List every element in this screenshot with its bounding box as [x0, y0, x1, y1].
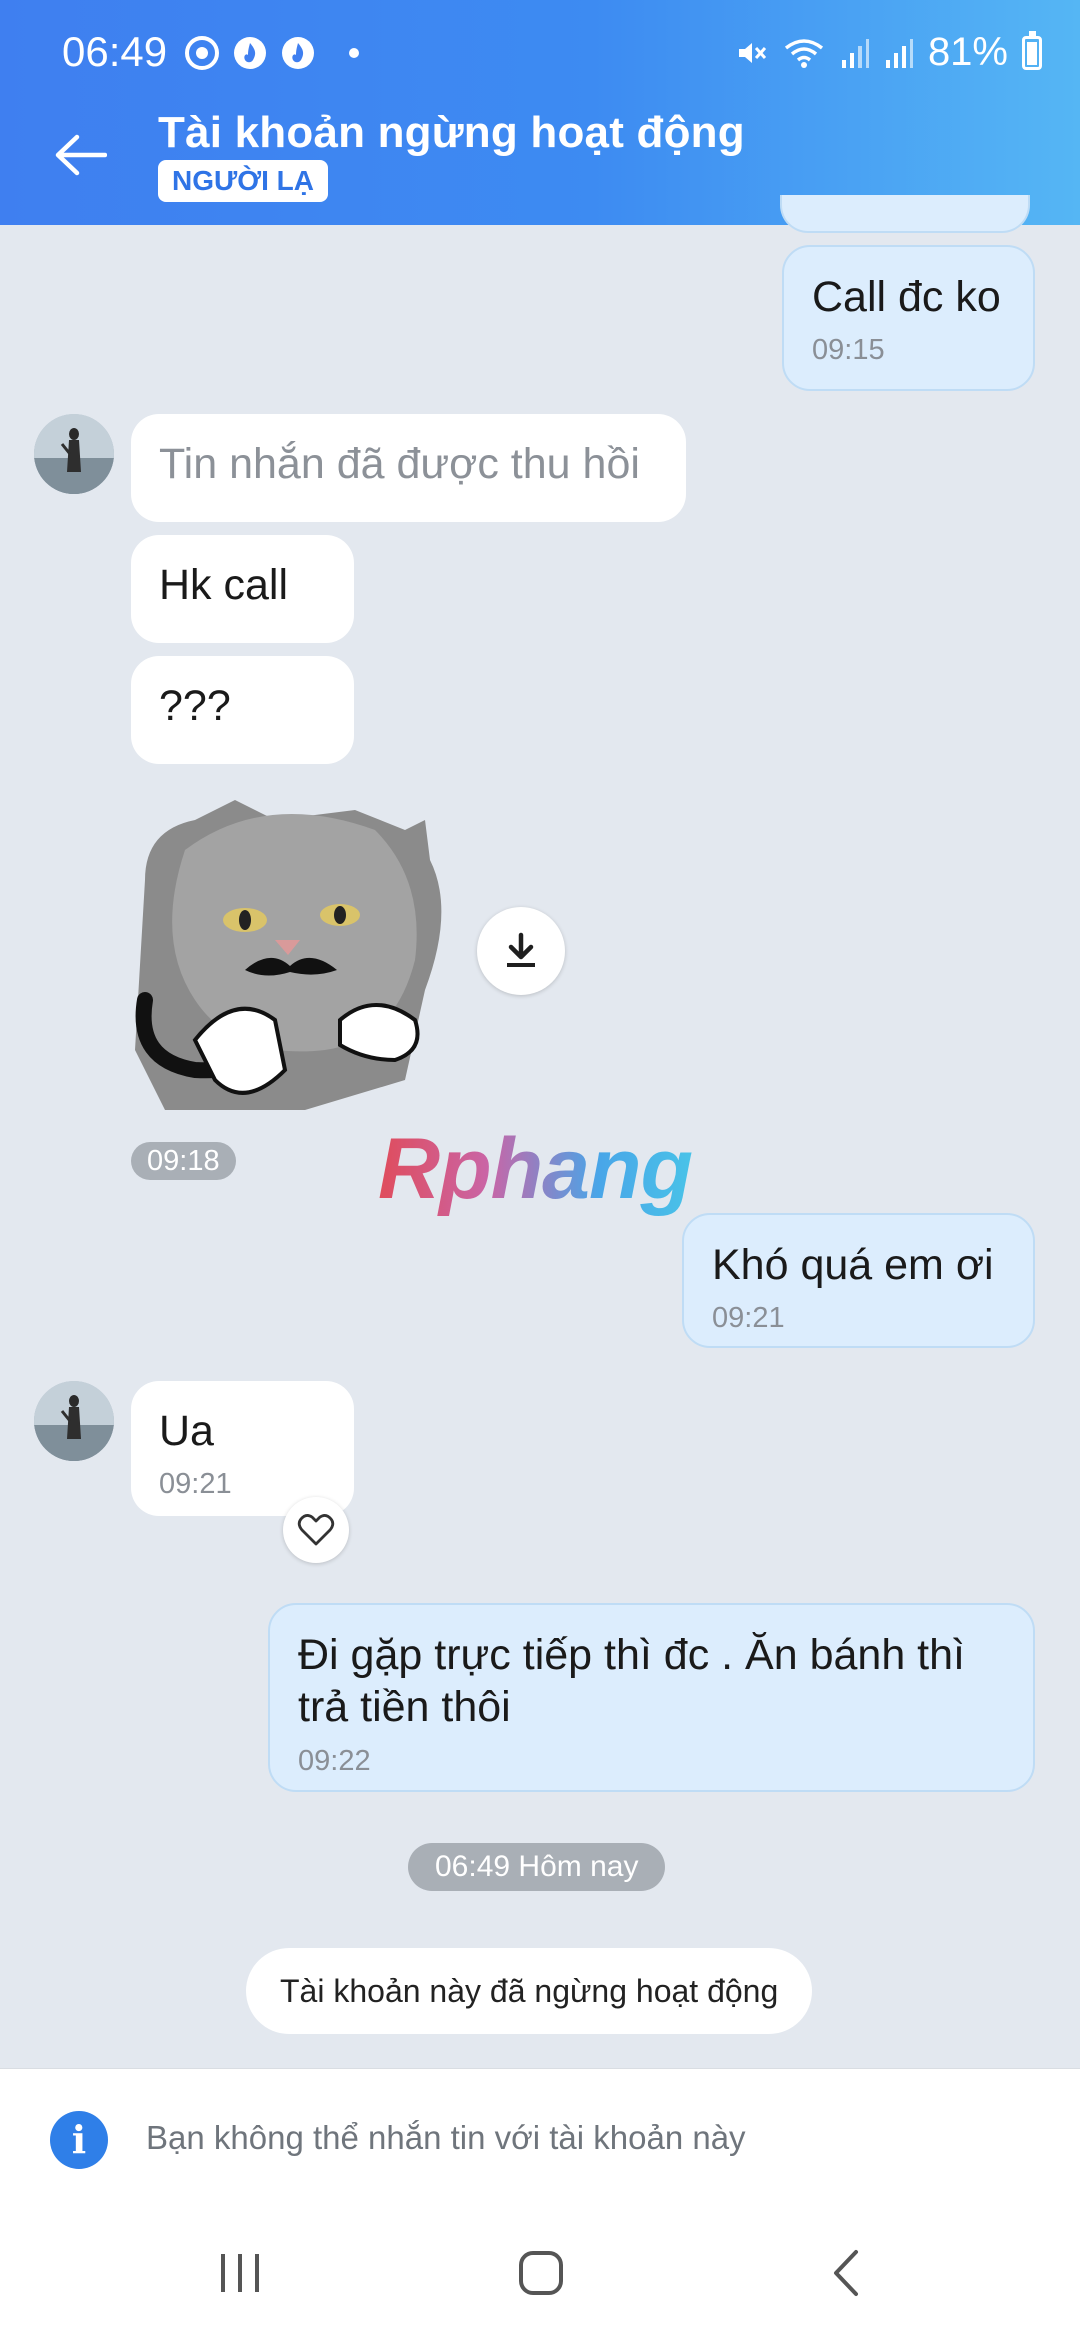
- flame-app-icon: [282, 37, 314, 69]
- recent-apps-icon: [221, 2254, 259, 2292]
- download-button[interactable]: [477, 907, 565, 995]
- chat-screen: 06:49 81% Tài khoản ngừng hoạt động NGƯỜ…: [0, 0, 1080, 2340]
- message-text: ???: [159, 682, 231, 730]
- home-icon: [519, 2251, 563, 2295]
- flame-app-icon: [234, 37, 266, 69]
- message-bubble-out[interactable]: Đi gặp trực tiếp thì đc . Ăn bánh thì tr…: [268, 1603, 1035, 1792]
- heart-icon: [297, 1514, 335, 1546]
- wifi-icon: [784, 38, 824, 68]
- chevron-left-icon: [834, 2250, 858, 2296]
- message-bubble-in[interactable]: Hk call: [131, 535, 354, 643]
- header-bar: 06:49 81% Tài khoản ngừng hoạt động NGƯỜ…: [0, 0, 1080, 225]
- react-button[interactable]: [283, 1497, 349, 1563]
- battery-icon: [1022, 30, 1042, 70]
- message-text: Ua: [159, 1407, 214, 1455]
- message-time: 09:22: [298, 1744, 371, 1777]
- avatar-photo: [34, 414, 114, 494]
- message-bubble-in[interactable]: ???: [131, 656, 354, 764]
- previous-message-edge: [780, 195, 1030, 233]
- message-bubble-in[interactable]: Ua 09:21: [131, 1381, 354, 1516]
- stranger-badge: NGƯỜI LẠ: [158, 160, 328, 202]
- arrow-left-icon: [55, 134, 107, 176]
- battery-level: [1027, 41, 1037, 65]
- sticker-time: 09:18: [131, 1142, 236, 1180]
- message-time: 09:21: [712, 1302, 785, 1335]
- battery-percent: 81%: [927, 30, 1008, 74]
- cat-sticker-image: [135, 800, 442, 1110]
- watermark-logo: Rphang: [378, 1121, 693, 1217]
- signal-icon: [841, 38, 869, 68]
- system-message: Tài khoản này đã ngừng hoạt động: [246, 1948, 813, 2034]
- status-time: 06:49: [62, 28, 168, 75]
- avatar-photo: [34, 1381, 114, 1461]
- recent-apps-button[interactable]: [185, 2228, 295, 2318]
- message-time: 09:21: [159, 1468, 232, 1501]
- message-bubble-out[interactable]: Khó quá em ơi 09:21: [682, 1213, 1035, 1348]
- status-right: 81%: [734, 30, 1042, 75]
- notification-icons: [185, 36, 359, 70]
- home-button[interactable]: [486, 2228, 596, 2318]
- info-icon: i: [50, 2111, 108, 2169]
- conversation-title[interactable]: Tài khoản ngừng hoạt động: [158, 108, 745, 158]
- signal-icon: [885, 38, 913, 68]
- message-text: Tin nhắn đã được thu hồi: [159, 440, 640, 488]
- chrome-icon: [185, 36, 219, 70]
- system-navigation-bar: [0, 2208, 1080, 2340]
- message-text: Đi gặp trực tiếp thì đc . Ăn bánh thì tr…: [298, 1631, 965, 1732]
- back-button[interactable]: [40, 120, 120, 190]
- status-bar: 06:49 81%: [0, 0, 1080, 90]
- sticker-message[interactable]: [125, 790, 470, 1120]
- avatar[interactable]: [34, 414, 114, 494]
- disabled-input-notice: i Bạn không thể nhắn tin với tài khoản n…: [0, 2068, 1080, 2208]
- download-icon: [507, 932, 535, 967]
- message-bubble-out[interactable]: Call đc ko 09:15: [782, 245, 1035, 391]
- back-nav-button[interactable]: [790, 2228, 900, 2318]
- message-text: Call đc ko: [812, 273, 1001, 321]
- message-time: 09:15: [812, 334, 885, 367]
- message-text: Khó quá em ơi: [712, 1241, 994, 1289]
- avatar[interactable]: [34, 1381, 114, 1461]
- mute-icon: [738, 42, 767, 63]
- more-notifications-dot: [349, 48, 359, 58]
- recalled-message-bubble[interactable]: Tin nhắn đã được thu hồi: [131, 414, 686, 522]
- date-divider: 06:49 Hôm nay: [408, 1843, 666, 1891]
- message-text: Hk call: [159, 561, 289, 609]
- notice-text: Bạn không thể nhắn tin với tài khoản này: [146, 2119, 746, 2156]
